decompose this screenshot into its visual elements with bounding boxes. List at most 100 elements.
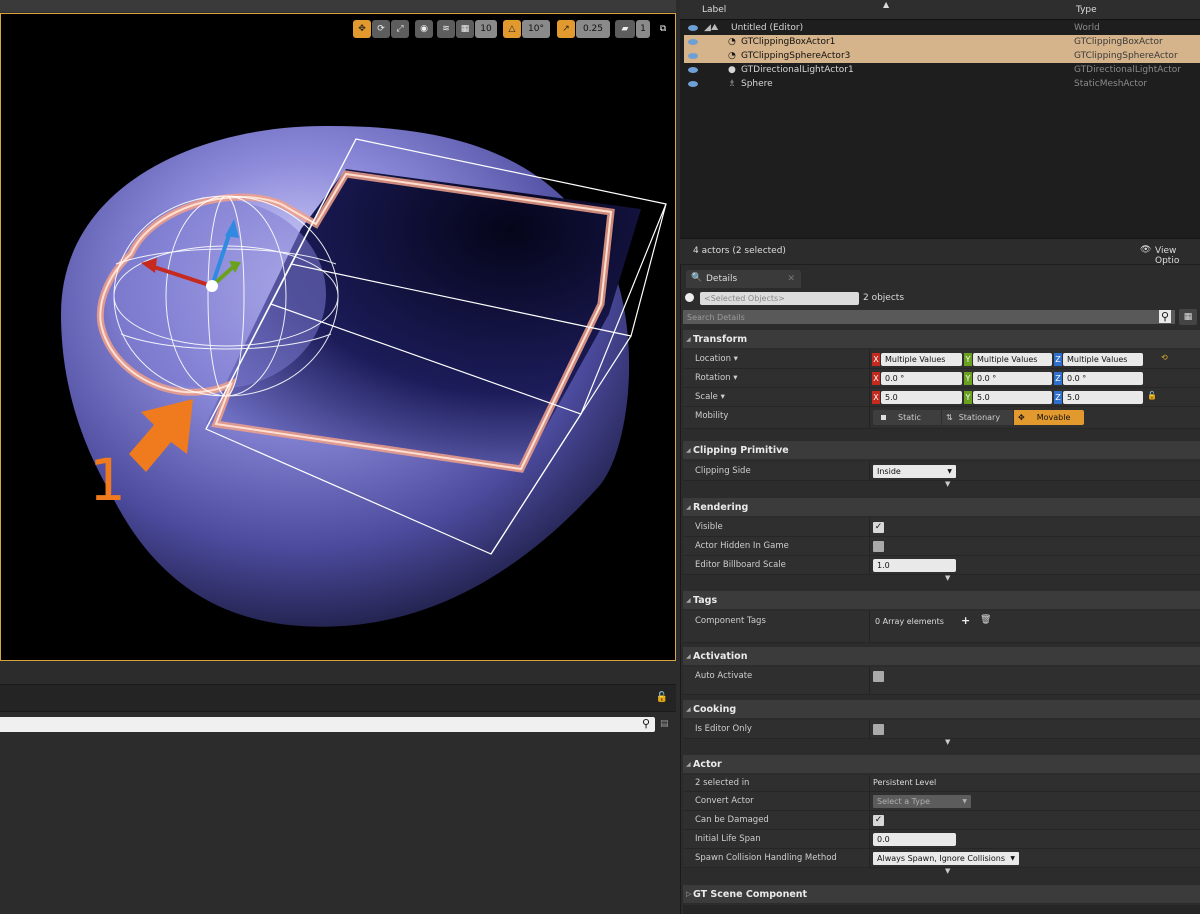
row-label: Sphere bbox=[741, 79, 773, 89]
add-element-icon[interactable]: + bbox=[961, 614, 970, 627]
editor-only-checkbox[interactable] bbox=[873, 724, 884, 735]
section-clipping-primitive[interactable]: Clipping Primitive bbox=[683, 441, 1200, 459]
location-x-field[interactable]: Multiple Values bbox=[881, 353, 962, 366]
trash-icon[interactable]: 🗑 bbox=[980, 615, 991, 625]
coordinate-system-button[interactable]: ◉ bbox=[415, 20, 433, 38]
property-matrix-icon[interactable]: ▦ bbox=[1179, 309, 1197, 325]
visibility-eye-icon[interactable] bbox=[688, 53, 698, 59]
section-tags[interactable]: Tags bbox=[683, 591, 1200, 609]
outliner-row-world[interactable]: ◢⛰ Untitled (Editor) World bbox=[684, 21, 1200, 35]
rotation-x-field[interactable]: 0.0 ° bbox=[881, 372, 962, 385]
location-y-field[interactable]: Multiple Values bbox=[973, 353, 1052, 366]
array-elements-value: 0 Array elements bbox=[875, 617, 944, 626]
outliner-row-clipping-sphere[interactable]: ◔ GTClippingSphereActor3 GTClippingSpher… bbox=[684, 49, 1200, 63]
column-type-header[interactable]: Type bbox=[1076, 5, 1097, 15]
tab-label: Details bbox=[706, 274, 738, 284]
row-type: GTDirectionalLightActor bbox=[1074, 65, 1181, 75]
advanced-expander[interactable]: ▼ bbox=[683, 738, 1200, 749]
world-outliner: Label ▲ Type ◢⛰ Untitled (Editor) World … bbox=[680, 0, 1200, 266]
scale-snap-value[interactable]: 0.25 bbox=[576, 20, 610, 38]
objects-count: 2 objects bbox=[863, 293, 905, 303]
visibility-eye-icon[interactable] bbox=[688, 25, 698, 31]
can-be-damaged-checkbox[interactable]: ✓ bbox=[873, 815, 884, 826]
grid-snap-value[interactable]: 10 bbox=[475, 20, 497, 38]
mobility-stationary-button[interactable]: ⇅ Stationary bbox=[942, 410, 1013, 425]
outliner-row-clipping-box[interactable]: ◔ GTClippingBoxActor1 GTClippingBoxActor bbox=[684, 35, 1200, 49]
rotation-snap-value[interactable]: 10° bbox=[522, 20, 550, 38]
level-viewport[interactable]: ✥ ⟳ ⤢ ◉ ≋ ▦ 10 △ 10° ↗ 0.25 ▰ 1 ⧉ 1 bbox=[0, 13, 676, 661]
row-type: StaticMeshActor bbox=[1074, 79, 1148, 89]
camera-speed-icon[interactable]: ▰ bbox=[615, 20, 635, 38]
outliner-header: Label ▲ Type bbox=[680, 0, 1200, 20]
static-icon bbox=[881, 415, 886, 420]
advanced-expander[interactable]: ▼ bbox=[683, 480, 1200, 491]
initial-life-span-label: Initial Life Span bbox=[695, 834, 761, 844]
scale-snap-button[interactable]: ↗ bbox=[557, 20, 575, 38]
details-search-input[interactable]: Search Details bbox=[683, 310, 1175, 324]
clipping-side-dropdown[interactable]: Inside bbox=[873, 465, 956, 478]
scale-x-field[interactable]: 5.0 bbox=[881, 391, 962, 404]
surface-snap-button[interactable]: ≋ bbox=[437, 20, 455, 38]
section-actor[interactable]: Actor bbox=[683, 755, 1200, 773]
convert-actor-dropdown[interactable]: Select a Type bbox=[873, 795, 971, 808]
editor-only-label: Is Editor Only bbox=[695, 724, 752, 734]
viewport-scene bbox=[61, 125, 667, 627]
details-bottom-strip bbox=[683, 905, 1200, 914]
mobility-static-button[interactable]: Static bbox=[873, 410, 941, 425]
section-rendering[interactable]: Rendering bbox=[683, 498, 1200, 516]
initial-life-span-field[interactable]: 0.0 bbox=[873, 833, 956, 846]
save-icon[interactable]: ▤ bbox=[660, 719, 669, 729]
maximize-viewport-icon[interactable]: ⧉ bbox=[655, 20, 671, 38]
camera-speed-value[interactable]: 1 bbox=[636, 20, 650, 38]
section-gt-scene-component[interactable]: GT Scene Component bbox=[683, 885, 1200, 903]
hidden-in-game-label: Actor Hidden In Game bbox=[695, 541, 789, 551]
auto-activate-label: Auto Activate bbox=[695, 671, 753, 681]
lock-icon[interactable]: 🔓 bbox=[1147, 391, 1157, 400]
auto-activate-checkbox[interactable] bbox=[873, 671, 884, 682]
mobility-movable-button[interactable]: ✥ Movable bbox=[1014, 410, 1084, 425]
grid-snap-button[interactable]: ▦ bbox=[456, 20, 474, 38]
scale-y-field[interactable]: 5.0 bbox=[973, 391, 1052, 404]
visibility-eye-icon[interactable] bbox=[688, 39, 698, 45]
rotation-y-field[interactable]: 0.0 ° bbox=[973, 372, 1052, 385]
section-transform[interactable]: Transform bbox=[683, 330, 1200, 348]
outliner-row-directional-light[interactable]: ● GTDirectionalLightActor1 GTDirectional… bbox=[684, 63, 1200, 77]
row-type: GTClippingBoxActor bbox=[1074, 37, 1163, 47]
scale-z-field[interactable]: 5.0 bbox=[1063, 391, 1143, 404]
actor-icon: ◔ bbox=[728, 37, 736, 47]
reset-icon[interactable]: ⟲ bbox=[1161, 353, 1168, 362]
property-rotation: Rotation ▾ X 0.0 ° Y 0.0 ° Z 0.0 ° bbox=[683, 369, 1200, 388]
section-activation[interactable]: Activation bbox=[683, 647, 1200, 665]
selected-objects-field[interactable]: <Selected Objects> bbox=[700, 292, 859, 305]
hidden-in-game-checkbox[interactable] bbox=[873, 541, 884, 552]
rotation-z-field[interactable]: 0.0 ° bbox=[1063, 372, 1143, 385]
rotate-mode-button[interactable]: ⟳ bbox=[372, 20, 390, 38]
scale-label: Scale ▾ bbox=[695, 392, 725, 402]
spawn-collision-dropdown[interactable]: Always Spawn, Ignore Collisions bbox=[873, 852, 1019, 865]
rotation-snap-button[interactable]: △ bbox=[503, 20, 521, 38]
property-component-tags: Component Tags 0 Array elements + 🗑 bbox=[683, 611, 1200, 643]
location-z-field[interactable]: Multiple Values bbox=[1063, 353, 1143, 366]
visibility-eye-icon[interactable] bbox=[688, 67, 698, 73]
column-label-header[interactable]: Label bbox=[702, 5, 726, 15]
visibility-eye-icon[interactable] bbox=[688, 81, 698, 87]
advanced-expander[interactable]: ▼ bbox=[683, 574, 1200, 585]
lock-icon[interactable]: 🔓 bbox=[656, 692, 668, 703]
annotation-number: 1 bbox=[89, 446, 126, 514]
close-icon[interactable]: ✕ bbox=[787, 274, 795, 284]
advanced-expander[interactable]: ▼ bbox=[683, 867, 1200, 878]
visible-checkbox[interactable]: ✓ bbox=[873, 522, 884, 533]
mobility-label: Mobility bbox=[695, 411, 729, 421]
scale-mode-button[interactable]: ⤢ bbox=[391, 20, 409, 38]
tab-details[interactable]: 🔍 Details ✕ bbox=[686, 270, 801, 288]
row-label: GTDirectionalLightActor1 bbox=[741, 65, 854, 75]
convert-actor-label: Convert Actor bbox=[695, 796, 754, 806]
selected-in-label: 2 selected in bbox=[695, 778, 750, 788]
billboard-scale-field[interactable]: 1.0 bbox=[873, 559, 956, 572]
section-cooking[interactable]: Cooking bbox=[683, 700, 1200, 718]
translate-mode-button[interactable]: ✥ bbox=[353, 20, 371, 38]
view-options-button[interactable]: View Optio bbox=[1155, 246, 1200, 266]
outliner-row-sphere[interactable]: ♗ Sphere StaticMeshActor bbox=[684, 77, 1200, 91]
viewport-toolbar: ✥ ⟳ ⤢ ◉ ≋ ▦ 10 △ 10° ↗ 0.25 ▰ 1 ⧉ bbox=[353, 20, 673, 40]
lower-left-search-input[interactable]: ⚲ bbox=[0, 717, 655, 732]
